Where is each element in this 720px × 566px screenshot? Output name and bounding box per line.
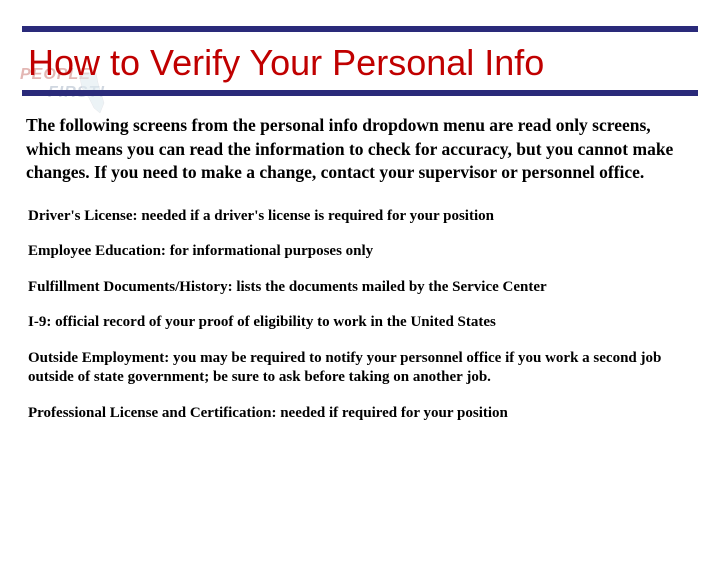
top-rule — [22, 26, 698, 32]
list-item: I-9: official record of your proof of el… — [28, 313, 692, 333]
item-term: Professional License and Certification: — [28, 405, 276, 421]
page-title: How to Verify Your Personal Info — [28, 42, 698, 84]
list-item: Fulfillment Documents/History: lists the… — [28, 278, 692, 298]
list-item: Professional License and Certification: … — [28, 404, 692, 424]
item-term: I-9: — [28, 314, 51, 330]
slide-content: How to Verify Your Personal Info The fol… — [0, 26, 720, 423]
item-desc: needed if a driver's license is required… — [138, 208, 494, 224]
item-term: Driver's License: — [28, 208, 138, 224]
item-desc: needed if required for your position — [276, 405, 507, 421]
item-desc: for informational purposes only — [166, 243, 373, 259]
item-desc: lists the documents mailed by the Servic… — [233, 279, 547, 295]
title-underline — [22, 90, 698, 96]
list-item: Employee Education: for informational pu… — [28, 242, 692, 262]
intro-paragraph: The following screens from the personal … — [26, 114, 694, 185]
list-item: Driver's License: needed if a driver's l… — [28, 207, 692, 227]
item-desc: official record of your proof of eligibi… — [51, 314, 496, 330]
info-list: Driver's License: needed if a driver's l… — [28, 207, 692, 424]
item-term: Fulfillment Documents/History: — [28, 279, 233, 295]
list-item: Outside Employment: you may be required … — [28, 349, 692, 388]
item-term: Employee Education: — [28, 243, 166, 259]
item-term: Outside Employment: — [28, 350, 169, 366]
